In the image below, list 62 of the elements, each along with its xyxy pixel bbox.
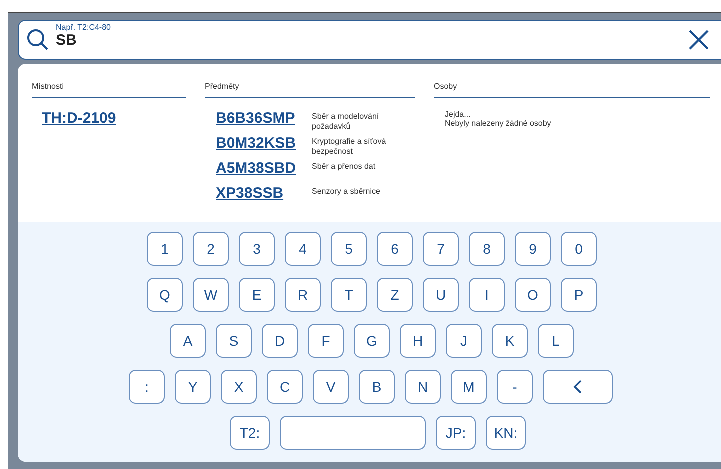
course-name: Senzory a sběrnice: [312, 186, 382, 197]
key-button[interactable]: R: [285, 278, 321, 312]
key-button[interactable]: O: [515, 278, 551, 312]
key-button[interactable]: 4: [285, 232, 321, 266]
key-button[interactable]: F: [308, 324, 344, 358]
key-button[interactable]: W: [193, 278, 229, 312]
search-hint: Např. T2:C4-80: [56, 23, 111, 32]
space-key[interactable]: [280, 416, 426, 450]
key-button[interactable]: JP:: [436, 416, 476, 450]
result-message: Jejda...: [445, 110, 472, 119]
key-button[interactable]: :: [129, 370, 165, 404]
course-code-link[interactable]: XP38SSB: [216, 185, 312, 202]
course-code-link[interactable]: B0M32KSB: [216, 135, 312, 152]
key-button[interactable]: T2:: [230, 416, 270, 450]
key-button[interactable]: 7: [423, 232, 459, 266]
key-button[interactable]: M: [451, 370, 487, 404]
key-button[interactable]: 0: [561, 232, 597, 266]
empty-result-message: Nebyly nalezeny žádné osoby: [445, 119, 552, 128]
key-button[interactable]: Z: [377, 278, 413, 312]
close-icon[interactable]: [689, 30, 709, 50]
key-button[interactable]: S: [216, 324, 252, 358]
key-button[interactable]: K: [492, 324, 528, 358]
key-button[interactable]: 5: [331, 232, 367, 266]
key-button[interactable]: C: [267, 370, 303, 404]
search-icon: [27, 29, 49, 51]
room-link[interactable]: TH:D-2109: [42, 110, 116, 127]
key-button[interactable]: I: [469, 278, 505, 312]
key-button[interactable]: X: [221, 370, 257, 404]
key-button[interactable]: U: [423, 278, 459, 312]
key-button[interactable]: P: [561, 278, 597, 312]
key-button[interactable]: 8: [469, 232, 505, 266]
key-button[interactable]: J: [446, 324, 482, 358]
column-heading: Předměty: [205, 64, 415, 98]
course-name: Sběr a přenos dat: [312, 161, 377, 172]
course-code-link[interactable]: A5M38SBD: [216, 160, 312, 177]
key-button[interactable]: D: [262, 324, 298, 358]
key-button[interactable]: 3: [239, 232, 275, 266]
key-button[interactable]: -: [497, 370, 533, 404]
key-button[interactable]: 1: [147, 232, 183, 266]
key-button[interactable]: B: [359, 370, 395, 404]
column-heading: Osoby: [434, 64, 710, 98]
search-field[interactable]: SB: [56, 32, 356, 49]
key-button[interactable]: N: [405, 370, 441, 404]
column-heading: Místnosti: [32, 64, 186, 98]
key-button[interactable]: 9: [515, 232, 551, 266]
key-button[interactable]: G: [354, 324, 390, 358]
key-button[interactable]: L: [538, 324, 574, 358]
key-button[interactable]: 6: [377, 232, 413, 266]
key-button[interactable]: H: [400, 324, 436, 358]
key-button[interactable]: Q: [147, 278, 183, 312]
backspace-key[interactable]: [543, 370, 613, 404]
key-button[interactable]: T: [331, 278, 367, 312]
key-button[interactable]: Y: [175, 370, 211, 404]
course-code-link[interactable]: B6B36SMP: [216, 110, 312, 127]
key-button[interactable]: KN:: [486, 416, 526, 450]
key-button[interactable]: V: [313, 370, 349, 404]
course-name: Kryptografie a síťová bezpečnost: [312, 136, 388, 157]
key-button[interactable]: E: [239, 278, 275, 312]
chevron-left-icon: [573, 380, 583, 394]
course-name: Sběr a modelování požadavků: [312, 111, 380, 132]
key-button[interactable]: 2: [193, 232, 229, 266]
key-button[interactable]: A: [170, 324, 206, 358]
